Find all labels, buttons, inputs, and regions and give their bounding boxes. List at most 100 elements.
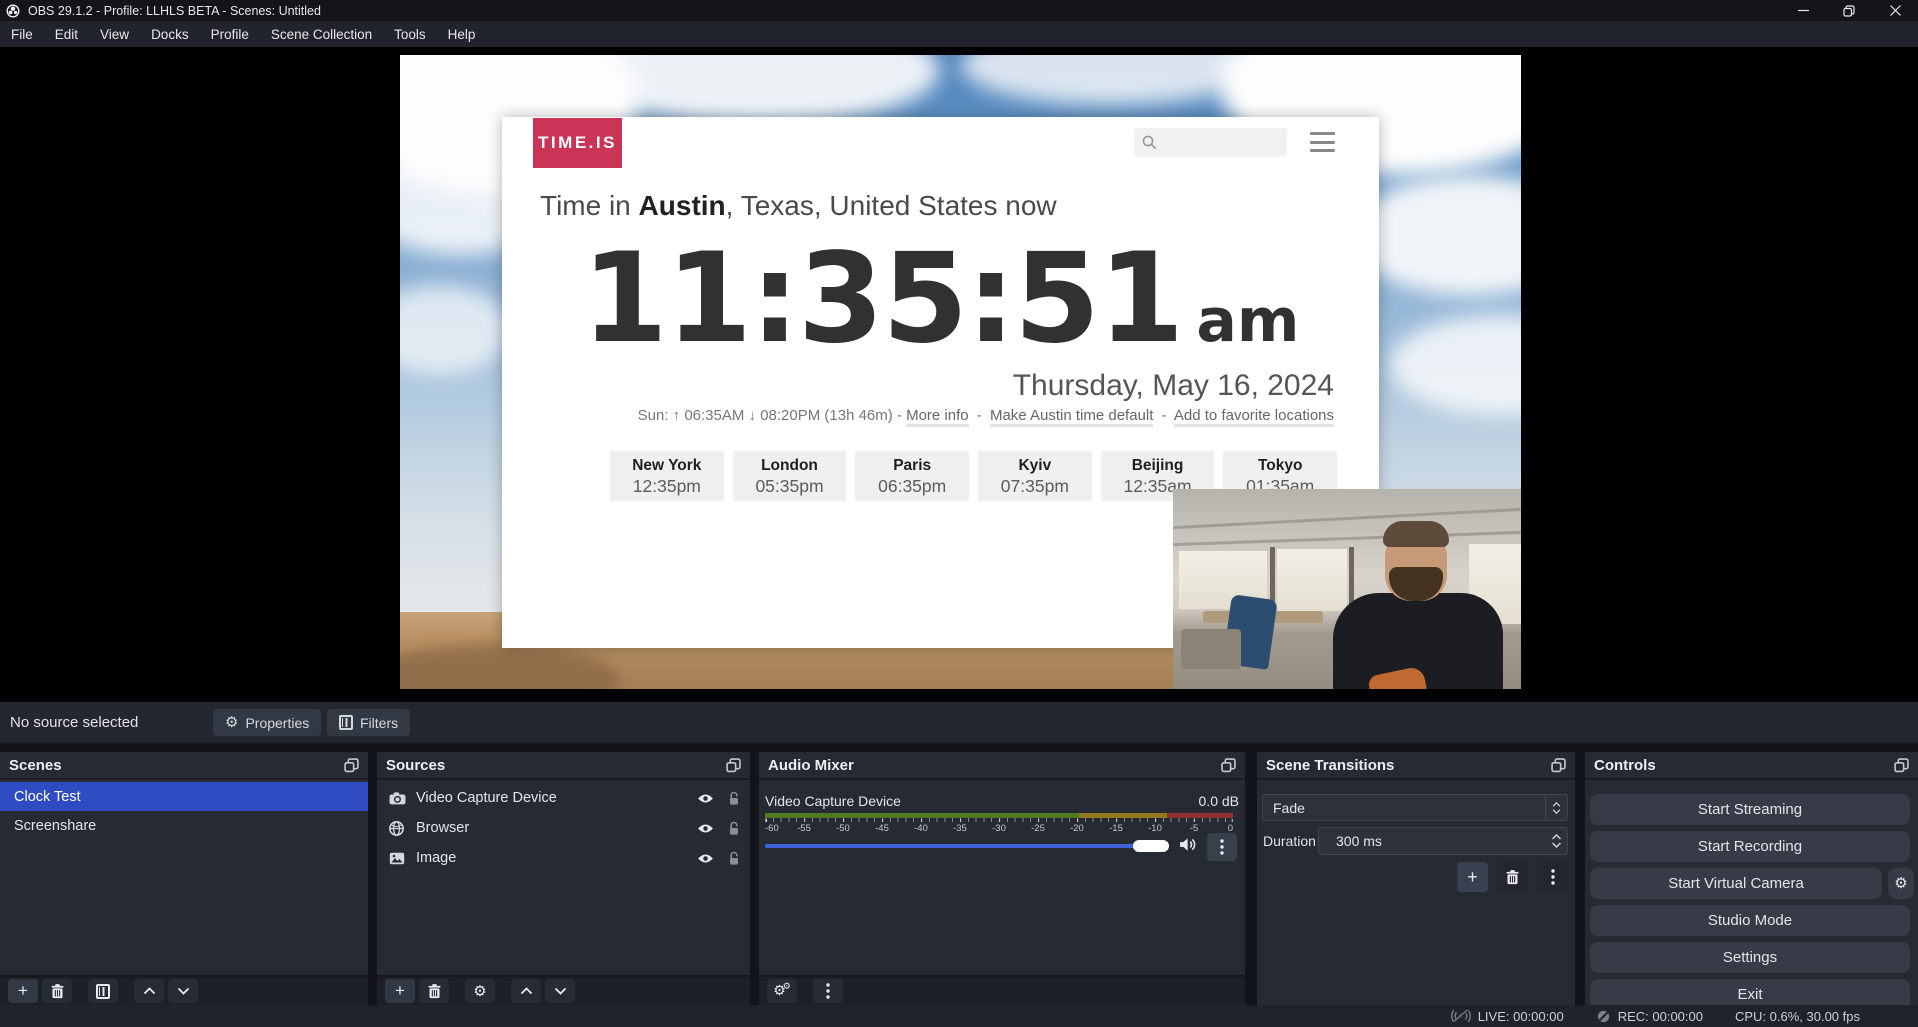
properties-button[interactable]: ⚙ Properties — [213, 709, 321, 736]
add-source-button[interactable]: + — [385, 979, 415, 1003]
unlock-icon[interactable] — [728, 791, 740, 806]
menu-file[interactable]: File — [0, 21, 44, 47]
hamburger-menu-icon[interactable] — [1310, 132, 1335, 152]
obs-logo-icon — [6, 4, 20, 18]
close-button[interactable] — [1872, 0, 1918, 21]
city-name: Paris — [855, 457, 969, 475]
close-icon — [1890, 5, 1901, 16]
filters-button[interactable]: Filters — [327, 709, 410, 736]
settings-button[interactable]: Settings — [1590, 942, 1910, 973]
add-transition-button[interactable]: + — [1457, 862, 1488, 892]
move-scene-up-button[interactable] — [134, 979, 164, 1003]
volume-slider-handle[interactable] — [1133, 840, 1169, 852]
duration-spinbox[interactable]: 300 ms — [1318, 827, 1568, 855]
popout-icon[interactable] — [1894, 758, 1909, 773]
remove-source-button[interactable] — [419, 979, 449, 1003]
minimize-button[interactable] — [1780, 0, 1826, 21]
tick-label: -5 — [1190, 823, 1198, 834]
visibility-eye-icon[interactable] — [697, 823, 714, 834]
start-streaming-button[interactable]: Start Streaming — [1590, 794, 1910, 825]
popout-icon[interactable] — [344, 758, 359, 773]
transition-properties-button[interactable] — [1537, 862, 1568, 892]
transition-select[interactable]: Fade — [1262, 794, 1568, 821]
advanced-audio-button[interactable]: ⚙⚙ — [767, 979, 797, 1003]
start-virtual-camera-button[interactable]: Start Virtual Camera — [1590, 868, 1882, 899]
combo-spinner[interactable] — [1545, 795, 1567, 820]
transition-selected-value: Fade — [1263, 800, 1545, 816]
start-recording-button[interactable]: Start Recording — [1590, 831, 1910, 862]
timeis-logo: TIME.IS — [533, 118, 622, 168]
add-scene-button[interactable]: + — [8, 979, 38, 1003]
menu-edit[interactable]: Edit — [44, 21, 89, 47]
cloud — [960, 55, 1260, 105]
city-name: New York — [610, 457, 724, 475]
source-properties-button[interactable]: ⚙ — [465, 979, 495, 1003]
stream-inactive-icon — [1451, 1009, 1471, 1023]
speaker-icon[interactable] — [1179, 837, 1198, 857]
menu-scene-collection[interactable]: Scene Collection — [260, 21, 383, 47]
menu-view[interactable]: View — [89, 21, 140, 47]
menu-tools[interactable]: Tools — [383, 21, 437, 47]
move-source-down-button[interactable] — [545, 979, 575, 1003]
mixer-menu-button[interactable] — [813, 979, 843, 1003]
search-input[interactable] — [1163, 135, 1273, 150]
properties-label: Properties — [245, 715, 309, 731]
menu-help[interactable]: Help — [437, 21, 487, 47]
channel-name: Video Capture Device — [765, 793, 901, 809]
world-clock-kyiv[interactable]: Kyiv 07:35pm — [978, 451, 1092, 501]
source-item-image[interactable]: Image — [377, 843, 750, 873]
move-scene-down-button[interactable] — [168, 979, 198, 1003]
tick-label: -55 — [797, 823, 811, 834]
timeis-search-box[interactable] — [1134, 128, 1287, 157]
chevron-down-icon — [1551, 842, 1562, 848]
city-name: London — [733, 457, 847, 475]
dock-area: Scenes Clock Test Screenshare + — [0, 745, 1918, 1005]
audio-mixer-header: Audio Mixer — [759, 752, 1245, 780]
menu-profile[interactable]: Profile — [200, 21, 260, 47]
tick-label: -50 — [836, 823, 850, 834]
scene-item-screenshare[interactable]: Screenshare — [0, 811, 368, 840]
restore-button[interactable] — [1826, 0, 1872, 21]
gear-icon: ⚙ — [225, 715, 238, 730]
remove-scene-button[interactable] — [42, 979, 72, 1003]
separator: - — [1162, 407, 1167, 424]
world-clock-new-york[interactable]: New York 12:35pm — [610, 451, 724, 501]
popout-icon[interactable] — [726, 758, 741, 773]
world-clock-paris[interactable]: Paris 06:35pm — [855, 451, 969, 501]
source-item-video-capture[interactable]: Video Capture Device — [377, 783, 750, 813]
studio-mode-button[interactable]: Studio Mode — [1590, 905, 1910, 936]
visibility-eye-icon[interactable] — [697, 853, 714, 864]
status-bar: LIVE: 00:00:00 REC: 00:00:00 CPU: 0.6%, … — [0, 1005, 1918, 1027]
move-source-up-button[interactable] — [511, 979, 541, 1003]
duration-label: Duration — [1263, 833, 1316, 849]
scene-item-clock-test[interactable]: Clock Test — [0, 782, 368, 811]
office-furniture — [1181, 629, 1241, 669]
duration-spinner[interactable] — [1545, 828, 1567, 854]
source-item-browser[interactable]: Browser — [377, 813, 750, 843]
remove-transition-button[interactable] — [1497, 862, 1528, 892]
world-clock-london[interactable]: London 05:35pm — [733, 451, 847, 501]
sources-panel: Sources Video Capture Device — [377, 752, 750, 1005]
unlock-icon[interactable] — [728, 821, 740, 836]
kebab-menu-icon — [1220, 839, 1224, 855]
visibility-eye-icon[interactable] — [697, 793, 714, 804]
unlock-icon[interactable] — [728, 851, 740, 866]
virtual-camera-config-button[interactable]: ⚙ — [1888, 868, 1914, 899]
sources-header: Sources — [377, 752, 750, 780]
chevron-up-icon — [520, 987, 533, 995]
tick-label: -60 — [765, 823, 779, 834]
menu-docks[interactable]: Docks — [140, 21, 200, 47]
minimize-icon — [1798, 5, 1809, 16]
popout-icon[interactable] — [1221, 758, 1236, 773]
scene-filters-button[interactable] — [88, 979, 118, 1003]
kebab-menu-icon — [826, 983, 830, 999]
mixer-options-button[interactable] — [1207, 833, 1237, 861]
heading-suffix: , Texas, United States now — [726, 190, 1057, 221]
volume-slider[interactable] — [765, 844, 1169, 848]
program-preview[interactable]: TIME.IS Time in Austin, Texas, United St… — [400, 55, 1521, 689]
chevron-down-icon — [1552, 809, 1561, 814]
more-info-link[interactable]: More info — [906, 407, 969, 427]
make-default-link[interactable]: Make Austin time default — [990, 407, 1153, 427]
add-favorite-link[interactable]: Add to favorite locations — [1174, 407, 1334, 427]
popout-icon[interactable] — [1551, 758, 1566, 773]
